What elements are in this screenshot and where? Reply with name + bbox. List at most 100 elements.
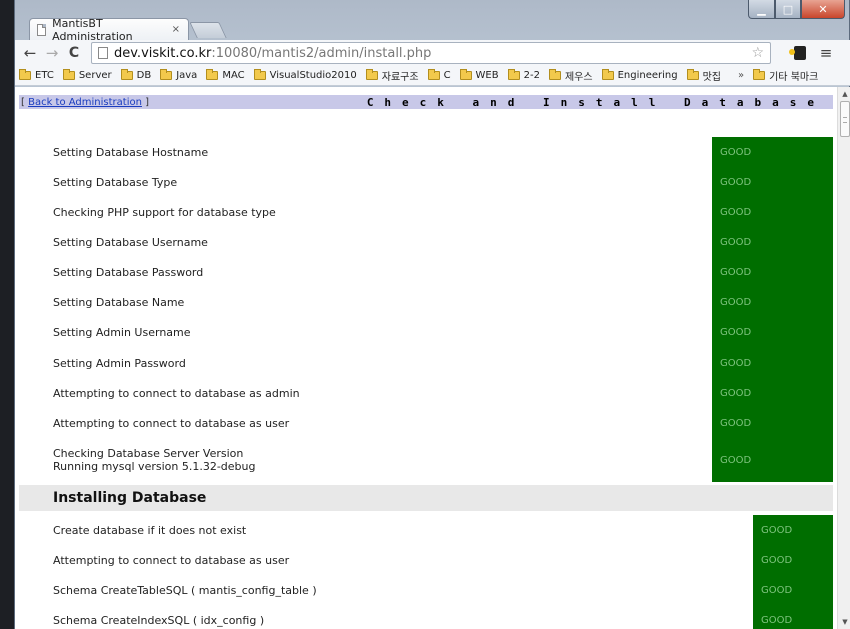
install-label: Attempting to connect to database as use… bbox=[53, 553, 290, 567]
install-label: Schema CreateTableSQL ( mantis_config_ta… bbox=[53, 583, 317, 597]
bookmark-star-icon[interactable]: ☆ bbox=[751, 45, 764, 61]
back-arrow-icon[interactable]: ← bbox=[19, 42, 41, 64]
folder-icon bbox=[120, 69, 133, 80]
folder-icon bbox=[253, 69, 266, 80]
section-heading: Installing Database bbox=[19, 485, 833, 511]
window-controls: ▁ □ ✕ bbox=[748, 0, 845, 19]
url-path: :10080/mantis2/admin/install.php bbox=[211, 45, 432, 61]
check-label: Setting Database Name bbox=[53, 295, 185, 309]
install-row: Create database if it does not exist GOO… bbox=[19, 515, 833, 545]
page-title: Check and Install Database bbox=[366, 95, 825, 109]
check-label: Setting Database Type bbox=[53, 175, 178, 189]
tab-strip: MantisBT Administration × ▁ □ ✕ bbox=[15, 0, 850, 43]
check-row: Attempting to connect to database as use… bbox=[19, 408, 833, 438]
status-badge: GOOD bbox=[753, 605, 833, 629]
check-row: Attempting to connect to database as adm… bbox=[19, 378, 833, 408]
reload-icon[interactable]: C bbox=[63, 42, 85, 64]
scroll-down-arrow-icon[interactable]: ▼ bbox=[838, 615, 850, 629]
browser-toolbar: ← → C dev.viskit.co.kr:10080/mantis2/adm… bbox=[15, 40, 850, 66]
check-label: Setting Admin Username bbox=[53, 326, 191, 339]
bookmark-folder[interactable]: Java bbox=[160, 69, 197, 81]
status-badge: GOOD bbox=[712, 257, 833, 287]
page-info-icon bbox=[98, 47, 108, 59]
bookmark-folder[interactable]: DB bbox=[120, 69, 151, 81]
install-label: Schema CreateIndexSQL ( idx_config ) bbox=[53, 613, 265, 627]
menu-icon[interactable]: ≡ bbox=[815, 42, 837, 64]
status-badge: GOOD bbox=[753, 575, 833, 605]
page-viewport: [ Back to Administration ] Check and Ins… bbox=[15, 87, 837, 629]
check-label: Setting Admin Password bbox=[53, 356, 186, 370]
check-label: Setting Database Password bbox=[53, 265, 204, 279]
new-tab-button[interactable] bbox=[189, 22, 227, 38]
bookmark-folder[interactable]: 맛집 bbox=[686, 68, 721, 83]
minimize-button[interactable]: ▁ bbox=[748, 0, 775, 19]
check-label: Attempting to connect to database as use… bbox=[53, 416, 290, 430]
status-badge: GOOD bbox=[712, 348, 833, 378]
extension-icon[interactable] bbox=[789, 42, 811, 64]
browser-window: MantisBT Administration × ▁ □ ✕ ← → C de… bbox=[14, 0, 850, 629]
folder-icon bbox=[507, 69, 520, 80]
check-label: Setting Database Hostname bbox=[53, 145, 209, 159]
check-label: Checking Database Server Version Running … bbox=[53, 447, 256, 473]
check-row: Checking Database Server Version Running … bbox=[19, 438, 833, 482]
other-bookmarks-folder[interactable]: 기타 북마크 bbox=[753, 68, 818, 83]
bookmark-folder[interactable]: C bbox=[427, 69, 451, 81]
close-tab-icon[interactable]: × bbox=[172, 24, 180, 35]
folder-icon bbox=[365, 69, 378, 80]
folder-icon bbox=[160, 69, 173, 80]
close-window-button[interactable]: ✕ bbox=[801, 0, 845, 19]
check-row: Setting Database Username GOOD bbox=[19, 227, 833, 257]
folder-icon bbox=[753, 69, 766, 80]
bookmark-folder[interactable]: MAC bbox=[206, 69, 245, 81]
install-row: Schema CreateIndexSQL ( idx_config ) GOO… bbox=[19, 605, 833, 629]
check-label: Attempting to connect to database as adm… bbox=[53, 386, 300, 400]
bookmark-folder[interactable]: 제우스 bbox=[548, 68, 593, 83]
status-badge: GOOD bbox=[712, 287, 833, 317]
bookmark-folder[interactable]: Engineering bbox=[601, 69, 678, 81]
check-row: Setting Database Hostname GOOD bbox=[19, 137, 833, 167]
folder-icon bbox=[548, 69, 561, 80]
bookmark-folder[interactable]: ETC bbox=[19, 69, 54, 81]
bookmark-folder[interactable]: WEB bbox=[459, 69, 499, 81]
scroll-up-arrow-icon[interactable]: ▲ bbox=[838, 87, 850, 101]
bookmark-folder[interactable]: VisualStudio2010 bbox=[253, 69, 357, 81]
tab-mantisbt-administration[interactable]: MantisBT Administration × bbox=[29, 16, 189, 43]
check-row: Setting Database Password GOOD bbox=[19, 257, 833, 287]
check-label: Setting Database Username bbox=[53, 235, 208, 249]
folder-icon bbox=[459, 69, 472, 80]
folder-icon bbox=[601, 69, 614, 80]
bookmark-folder[interactable]: Server bbox=[62, 69, 112, 81]
status-badge: GOOD bbox=[712, 137, 833, 167]
scrollbar-thumb[interactable] bbox=[840, 101, 850, 137]
status-badge: GOOD bbox=[712, 167, 833, 197]
check-label: Checking PHP support for database type bbox=[53, 205, 276, 219]
install-label: Create database if it does not exist bbox=[53, 523, 247, 537]
status-badge: GOOD bbox=[712, 197, 833, 227]
vertical-scrollbar[interactable]: ▲ ▼ bbox=[837, 87, 850, 629]
status-badge: GOOD bbox=[753, 545, 833, 575]
check-row: Setting Admin Password GOOD bbox=[19, 348, 833, 378]
status-badge: GOOD bbox=[712, 408, 833, 438]
folder-icon bbox=[19, 69, 31, 80]
address-bar[interactable]: dev.viskit.co.kr:10080/mantis2/admin/ins… bbox=[91, 42, 771, 64]
install-row: Schema CreateTableSQL ( mantis_config_ta… bbox=[19, 575, 833, 605]
bookmark-folder[interactable]: 2-2 bbox=[507, 69, 540, 81]
folder-icon bbox=[206, 69, 219, 80]
status-badge: GOOD bbox=[712, 438, 833, 482]
maximize-button[interactable]: □ bbox=[775, 0, 801, 19]
url-host: dev.viskit.co.kr bbox=[114, 45, 212, 61]
check-sublabel: Running mysql version 5.1.32-debug bbox=[53, 460, 256, 473]
status-badge: GOOD bbox=[712, 378, 833, 408]
bookmarks-bar: ETC Server DB Java MAC VisualStudio2010 … bbox=[15, 66, 850, 86]
install-row: Attempting to connect to database as use… bbox=[19, 545, 833, 575]
tab-title: MantisBT Administration bbox=[52, 16, 133, 43]
bookmark-folder[interactable]: 자료구조 bbox=[365, 68, 419, 83]
back-to-administration-link[interactable]: Back to Administration bbox=[28, 97, 142, 108]
more-bookmarks-button[interactable]: » bbox=[738, 70, 744, 81]
folder-icon bbox=[62, 69, 75, 80]
status-badge: GOOD bbox=[712, 317, 833, 348]
forward-arrow-icon[interactable]: → bbox=[41, 42, 63, 64]
check-row: Setting Admin Username GOOD bbox=[19, 317, 833, 348]
check-row: Setting Database Type GOOD bbox=[19, 167, 833, 197]
back-link-wrapper: [ Back to Administration ] bbox=[21, 96, 150, 108]
